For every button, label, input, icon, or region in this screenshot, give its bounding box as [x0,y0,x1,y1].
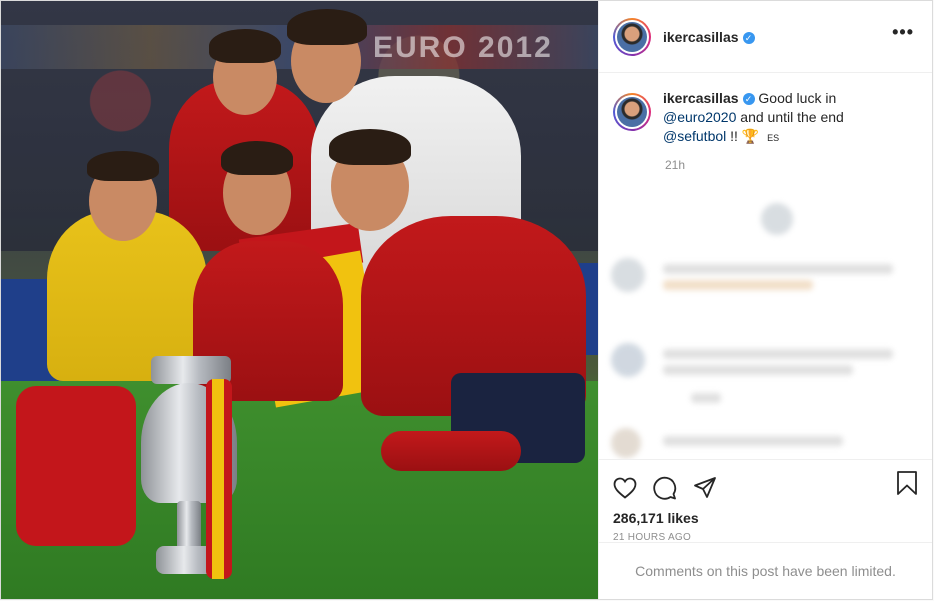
loading-comment [611,258,911,318]
caption-text-middle: and until the end [740,109,844,125]
verified-badge-icon: ✓ [742,93,755,105]
more-options-icon[interactable]: ••• [892,23,914,41]
mention-sefutbol[interactable]: @sefutbol [663,128,726,144]
action-icons [613,468,918,508]
translate-label[interactable]: ES [767,133,779,143]
username-label[interactable]: ikercasillas [663,29,739,45]
trophy-stem [177,501,201,551]
player-hair [87,151,159,181]
player-hair [329,129,411,165]
heart-icon[interactable] [613,477,637,499]
trophy-ribbon [212,379,224,579]
verified-badge-icon: ✓ [742,31,755,44]
player-hair [209,29,281,63]
bookmark-icon[interactable] [896,470,918,501]
avatar[interactable] [613,17,651,56]
share-icon[interactable] [693,476,717,500]
avatar-image [617,21,647,52]
comments-limited-notice: Comments on this post have been limited. [599,542,932,599]
comments-area: ikercasillas ✓ Good luck in @euro2020 and… [599,73,932,459]
likes-count[interactable]: 286,171 likes [613,510,918,526]
banner-text: EURO 2012 [373,31,553,64]
caption-username[interactable]: ikercasillas [663,90,739,106]
loading-comment [611,203,911,243]
spain-flag [16,386,136,546]
caption-avatar[interactable] [613,93,651,131]
post-photo[interactable]: EURO 2012 [1,1,598,599]
avatar-image [617,97,647,127]
caption-text: ikercasillas ✓ Good luck in @euro2020 and… [663,89,883,148]
instagram-post: EURO 2012 ikercasillas ✓ ••• ikercasilla… [0,0,933,600]
loading-comment [611,428,911,458]
header-username[interactable]: ikercasillas ✓ [663,29,755,45]
post-actions: 286,171 likes 21 HOURS AGO Comments on t… [599,459,932,599]
player-hair [287,9,367,45]
trophy-emoji-icon: 🏆 [741,128,760,144]
comment-icon[interactable] [653,476,677,500]
post-header: ikercasillas ✓ ••• [599,1,932,73]
player-socks [381,431,521,471]
mention-euro2020[interactable]: @euro2020 [663,109,736,125]
caption-text-after: !! [730,128,738,144]
loading-comment [611,343,911,413]
caption-text-before: Good luck in [758,90,837,106]
caption: ikercasillas ✓ Good luck in @euro2020 and… [613,90,918,148]
caption-time: 21h [665,158,686,172]
player-hair [221,141,293,175]
post-side-panel: ikercasillas ✓ ••• ikercasillas ✓ Good luc… [598,1,932,599]
